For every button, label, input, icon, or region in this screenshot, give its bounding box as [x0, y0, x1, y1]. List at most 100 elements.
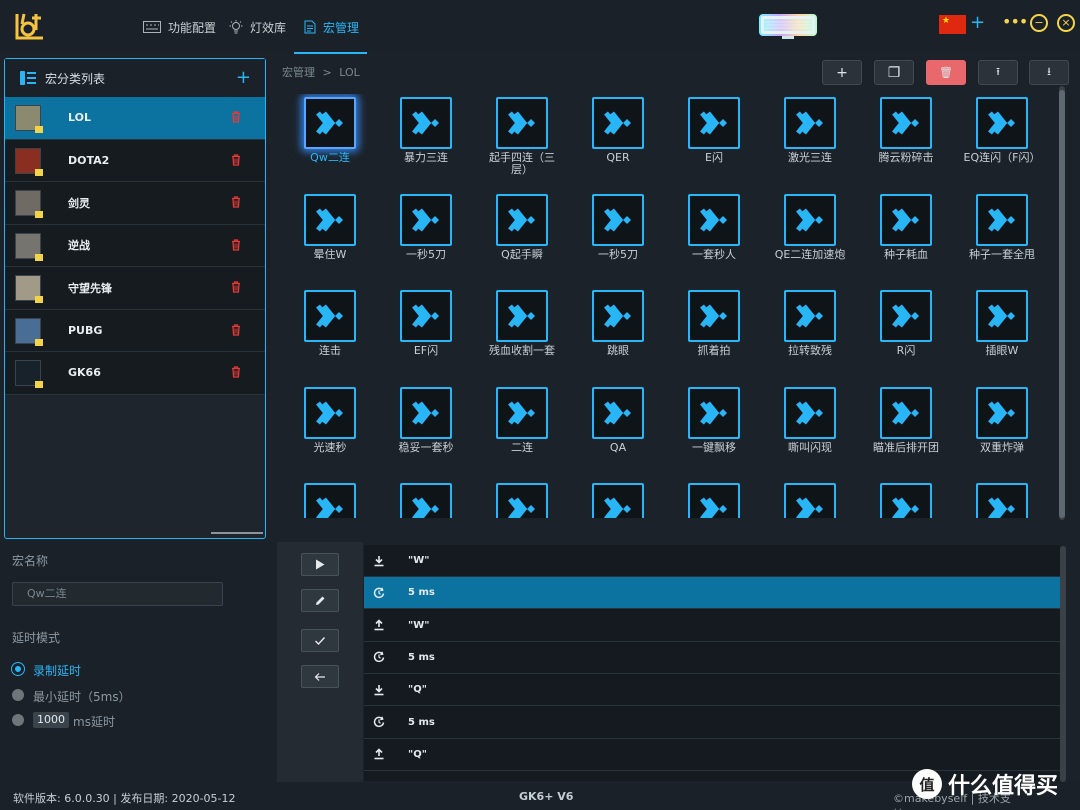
macro-tile[interactable]: 一秒5刀 [386, 191, 466, 283]
macro-tile[interactable]: 光速秒 [290, 384, 370, 476]
trash-icon[interactable] [231, 111, 241, 123]
key-up-icon [372, 747, 386, 761]
macro-tile[interactable]: E闪 [674, 94, 754, 186]
macro-label: 残血收割一套 [489, 344, 555, 357]
trash-icon[interactable] [231, 196, 241, 208]
macro-tile[interactable]: 残血收割一套 [482, 287, 562, 379]
macro-tile[interactable] [770, 480, 850, 518]
export-macro-button[interactable]: ⭱ [978, 60, 1018, 85]
macro-step-row[interactable]: "Q" [364, 674, 1060, 707]
macro-tile[interactable]: Q起手瞬 [482, 191, 562, 283]
tab-function-config[interactable]: 功能配置 [143, 0, 216, 54]
macro-tile[interactable]: 拉转致残 [770, 287, 850, 379]
scrollbar[interactable] [1060, 546, 1066, 782]
macro-step-row[interactable]: 5 ms [364, 642, 1060, 674]
custom-delay-input[interactable]: 1000 [33, 712, 69, 728]
breadcrumb-root[interactable]: 宏管理 [282, 66, 315, 79]
macro-tile[interactable]: EF闪 [386, 287, 466, 379]
macro-step-row[interactable]: 5 ms [364, 707, 1060, 739]
macro-label: 暴力三连 [404, 151, 448, 164]
macro-tile[interactable]: 激光三连 [770, 94, 850, 186]
category-item[interactable]: PUBG [5, 309, 265, 352]
macro-tile[interactable]: Qw二连 [290, 94, 370, 186]
category-item[interactable]: LOL [5, 97, 265, 140]
macro-name-field[interactable]: Qw二连 [12, 582, 223, 606]
play-button[interactable] [301, 553, 339, 576]
category-thumbnail [15, 105, 43, 133]
macro-tile[interactable]: QER [578, 94, 658, 186]
category-item[interactable]: DOTA2 [5, 139, 265, 182]
macro-tile[interactable] [962, 480, 1042, 518]
add-macro-button[interactable]: + [822, 60, 862, 85]
add-category-button[interactable]: + [236, 67, 251, 88]
trash-icon[interactable] [231, 366, 241, 378]
radio-min-delay[interactable] [12, 689, 24, 701]
macro-tile[interactable] [866, 480, 946, 518]
macro-tile[interactable]: 一秒5刀 [578, 191, 658, 283]
macro-tile[interactable]: 二连 [482, 384, 562, 476]
macro-tile[interactable]: 腾云粉碎击 [866, 94, 946, 186]
import-macro-button[interactable]: ⭳ [1029, 60, 1069, 85]
macro-tile[interactable]: 暴力三连 [386, 94, 466, 186]
copy-macro-button[interactable]: ❐ [874, 60, 914, 85]
radio-record-delay[interactable] [12, 663, 24, 675]
macro-tile[interactable]: 双重炸弹 [962, 384, 1042, 476]
macro-tile[interactable]: R闪 [866, 287, 946, 379]
macro-label: E闪 [705, 151, 723, 164]
watermark-text: 什么值得买 [948, 774, 1059, 799]
macro-step-row[interactable]: 5 ms [364, 577, 1060, 610]
step-text: "W" [408, 555, 430, 566]
macro-icon [400, 193, 452, 246]
keyboard-device-icon[interactable] [758, 12, 818, 42]
macro-tile[interactable] [482, 480, 562, 518]
macro-tile[interactable]: 一套秒人 [674, 191, 754, 283]
macro-tile[interactable]: 晕住W [290, 191, 370, 283]
edit-button[interactable] [301, 589, 339, 612]
back-button[interactable] [301, 665, 339, 688]
macro-tile[interactable]: 插眼W [962, 287, 1042, 379]
scrollbar[interactable] [1059, 86, 1065, 520]
macro-step-row[interactable]: "W" [364, 610, 1060, 642]
macro-tile[interactable]: 稳妥一套秒 [386, 384, 466, 476]
macro-tile[interactable] [386, 480, 466, 518]
macro-tile[interactable]: QE二连加速炮 [770, 191, 850, 283]
more-options-icon[interactable]: ••• [1002, 12, 1028, 31]
scrollbar[interactable] [211, 532, 263, 534]
trash-icon[interactable] [231, 153, 241, 166]
macro-tile[interactable]: 一键飘移 [674, 384, 754, 476]
macro-tile[interactable]: 跳眼 [578, 287, 658, 379]
macro-tile[interactable]: 种子耗血 [866, 191, 946, 283]
macro-tile[interactable] [578, 480, 658, 518]
macro-tile[interactable]: QA [578, 384, 658, 476]
tab-macro-management[interactable]: 宏管理 [294, 0, 367, 54]
category-item[interactable]: 守望先锋 [5, 267, 265, 310]
category-label: PUBG [68, 323, 103, 337]
confirm-button[interactable] [301, 629, 339, 652]
trash-icon[interactable] [231, 238, 241, 251]
tab-light-library[interactable]: 灯效库 [229, 0, 286, 54]
trash-icon[interactable] [231, 323, 241, 336]
macro-tile[interactable]: EQ连闪（F闪） [962, 94, 1042, 186]
macro-step-row[interactable]: "W" [364, 545, 1060, 577]
trash-icon[interactable] [231, 281, 241, 293]
step-text: 5 ms [408, 716, 435, 728]
macro-tile[interactable]: 起手四连（三层） [482, 94, 562, 186]
minimize-icon[interactable]: − [1030, 14, 1048, 32]
macro-tile[interactable]: 种子一套全甩 [962, 191, 1042, 283]
macro-tile[interactable] [290, 480, 370, 518]
category-item[interactable]: 逆战 [5, 224, 265, 267]
macro-icon [304, 386, 356, 439]
radio-custom-delay[interactable] [12, 714, 24, 726]
macro-tile[interactable]: 嘶叫闪现 [770, 384, 850, 476]
delete-macro-button[interactable]: 🗑 [926, 60, 966, 85]
macro-tile[interactable]: 连击 [290, 287, 370, 379]
macro-tile[interactable] [674, 480, 754, 518]
macro-tile[interactable]: 抓着拍 [674, 287, 754, 379]
close-icon[interactable]: × [1057, 14, 1075, 32]
add-language-icon[interactable]: + [970, 13, 985, 33]
macro-step-row[interactable]: "Q" [364, 739, 1060, 771]
language-flag-icon[interactable]: ★ [939, 15, 966, 34]
macro-tile[interactable]: 瞄准后排开团 [866, 384, 946, 476]
category-item[interactable]: 剑灵 [5, 182, 265, 225]
category-item[interactable]: GK66 [5, 352, 265, 395]
